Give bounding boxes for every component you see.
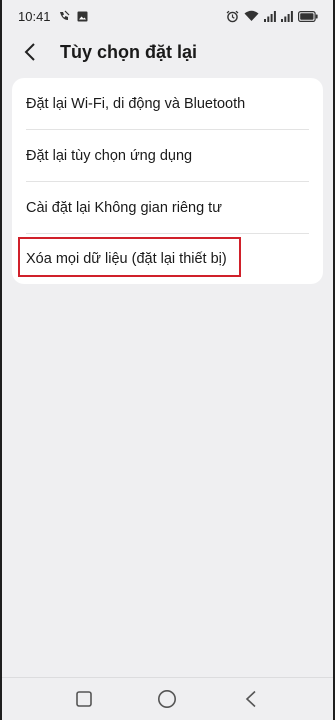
alarm-icon <box>226 10 239 23</box>
signal-icon-2 <box>281 10 293 22</box>
option-label: Đặt lại tùy chọn ứng dụng <box>26 147 193 164</box>
status-right <box>226 10 318 23</box>
option-label: Cài đặt lại Không gian riêng tư <box>26 199 222 216</box>
option-label: Xóa mọi dữ liệu (đặt lại thiết bị) <box>26 250 227 267</box>
back-button[interactable] <box>12 34 48 70</box>
status-bar: 10:41 <box>2 0 333 32</box>
phone-screen: 10:41 Tùy chọn đặt lại Đặt lại Wi-Fi, di… <box>2 0 333 720</box>
navigation-bar <box>2 677 333 720</box>
app-bar: Tùy chọn đặt lại <box>2 33 333 71</box>
home-button[interactable] <box>147 679 187 719</box>
recents-square-icon <box>76 691 92 707</box>
home-circle-icon <box>158 690 177 708</box>
signal-icon-1 <box>264 10 276 22</box>
recents-button[interactable] <box>64 679 104 719</box>
option-label: Đặt lại Wi-Fi, di động và Bluetooth <box>26 95 246 112</box>
status-time: 10:41 <box>18 8 51 24</box>
option-reset-private-space[interactable]: Cài đặt lại Không gian riêng tư <box>12 182 323 233</box>
wifi-icon <box>244 10 259 22</box>
back-triangle-icon <box>245 690 256 708</box>
page-title: Tùy chọn đặt lại <box>60 41 198 62</box>
option-factory-reset[interactable]: Xóa mọi dữ liệu (đặt lại thiết bị) <box>12 233 323 284</box>
battery-icon <box>298 10 318 22</box>
option-reset-app-preferences[interactable]: Đặt lại tùy chọn ứng dụng <box>12 130 323 181</box>
image-icon <box>77 11 88 22</box>
option-reset-network[interactable]: Đặt lại Wi-Fi, di động và Bluetooth <box>12 78 323 129</box>
chevron-left-icon <box>24 43 35 61</box>
call-forward-icon <box>58 10 70 22</box>
nav-back-button[interactable] <box>231 679 271 719</box>
reset-options-card: Đặt lại Wi-Fi, di động và Bluetooth Đặt … <box>12 78 323 284</box>
status-left: 10:41 <box>18 9 88 24</box>
